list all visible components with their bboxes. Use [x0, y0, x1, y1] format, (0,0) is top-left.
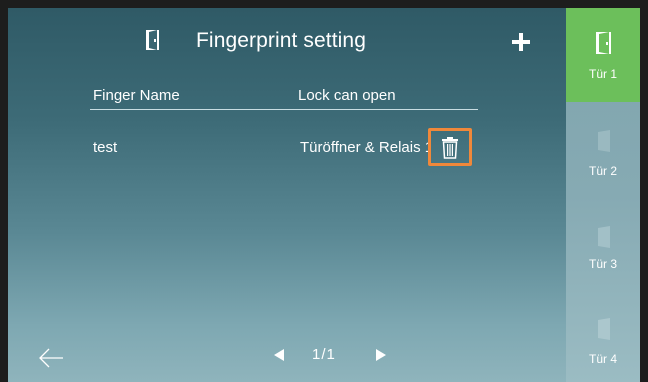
lock-can-open-cell: Türöffner & Relais 1 — [300, 139, 429, 156]
title-bar: Fingerprint setting — [8, 8, 566, 68]
tab-label: Tür 2 — [588, 164, 617, 178]
triangle-right-icon[interactable] — [375, 349, 387, 361]
column-header-lock-can-open: Lock can open — [298, 87, 396, 104]
trash-icon — [442, 137, 458, 159]
add-fingerprint-button[interactable] — [511, 32, 531, 52]
tab-label: Tür 4 — [588, 352, 617, 366]
tab-label: Tür 1 — [588, 67, 617, 81]
main-panel: Fingerprint setting Finger Name Lock can… — [8, 8, 566, 382]
tab-label: Tür 3 — [588, 257, 617, 271]
page-indicator: 1/1 — [312, 346, 336, 363]
back-button[interactable] — [38, 347, 64, 369]
column-header-finger-name: Finger Name — [93, 87, 180, 104]
arrow-left-icon — [39, 348, 63, 368]
finger-name-cell: test — [93, 139, 118, 156]
door-sidebar: Tür 1 Tür 2 Tür 3 Tür 4 — [566, 8, 640, 382]
triangle-left-icon[interactable] — [273, 349, 285, 361]
tab-tur-2[interactable]: Tür 2 — [566, 102, 640, 196]
door-icon — [596, 32, 611, 54]
header-divider — [90, 109, 478, 110]
tab-tur-1[interactable]: Tür 1 — [566, 8, 640, 102]
tab-tur-4[interactable]: Tür 4 — [566, 290, 640, 382]
page-title: Fingerprint setting — [196, 29, 366, 52]
door-icon — [598, 130, 610, 152]
door-icon — [598, 226, 610, 248]
screen: Fingerprint setting Finger Name Lock can… — [8, 8, 640, 382]
door-icon — [598, 318, 610, 340]
door-icon — [146, 30, 159, 50]
tab-tur-3[interactable]: Tür 3 — [566, 196, 640, 290]
delete-button[interactable] — [428, 128, 472, 166]
